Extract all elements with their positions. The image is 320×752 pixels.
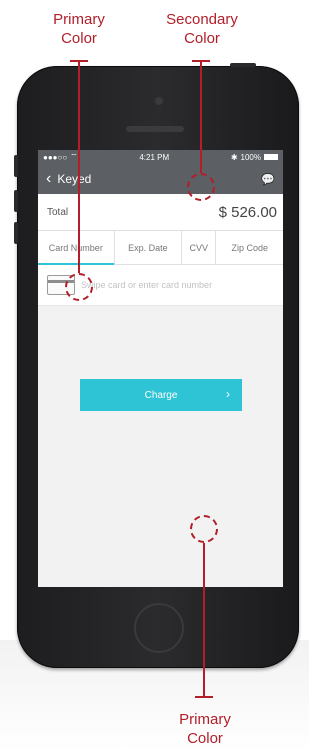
annotation-line-primary-bottom [203,543,205,697]
card-input-placeholder: Swipe card or enter card number [81,280,213,290]
status-bar: ●●●○○ ⌔ 4:21 PM ✱ 100% [38,150,283,164]
signal-icon: ●●●○○ [43,152,68,162]
back-chevron-icon[interactable]: ‹ [46,170,51,188]
annotation-tick-primary-bottom [195,696,213,698]
tab-cvv[interactable]: CVV [182,231,217,264]
chat-bubble-icon[interactable]: 💬 [261,173,275,186]
total-amount: $ 526.00 [218,203,277,221]
total-row: Total $ 526.00 [38,194,283,231]
annotation-line-primary-top [78,60,80,273]
annotation-circle-primary-bottom [190,515,218,543]
annotation-line-2: Color [184,30,220,47]
card-fields-tabs: Card Number Exp. Date CVV Zip Code [38,231,283,265]
tab-card-number[interactable]: Card Number [38,231,115,265]
annotation-tick-primary-top [70,60,88,62]
battery-percent: 100% [240,152,261,162]
annotation-line-2: Color [61,30,97,47]
navigation-bar: ‹ Keyed 💬 [38,164,283,194]
annotation-secondary-top: Secondary Color [145,10,259,48]
power-button [230,63,256,67]
annotation-circle-secondary [187,173,215,201]
annotation-tick-secondary [192,60,210,62]
charge-button-label: Charge [144,389,178,401]
charge-button[interactable]: Charge › [80,379,242,411]
total-label: Total [47,206,69,218]
home-button[interactable] [134,603,184,653]
annotation-primary-top: Primary Color [34,10,124,48]
tab-zip-code[interactable]: Zip Code [216,231,283,264]
volume-button-lower [14,222,18,244]
status-time: 4:21 PM [139,152,170,162]
wifi-icon: ⌔ [70,152,78,161]
earpiece-speaker [126,126,184,132]
annotation-line-2: Color [187,730,223,747]
annotation-primary-bottom: Primary Color [160,710,250,748]
front-camera [155,97,163,105]
battery-icon [263,154,278,160]
annotation-line-1: Secondary [166,11,238,28]
volume-button-middle [14,190,18,212]
annotation-circle-primary-top [65,273,93,301]
annotation-line-secondary [200,60,202,173]
annotation-line-1: Primary [179,711,231,728]
tab-exp-date[interactable]: Exp. Date [115,231,183,264]
nav-title: Keyed [57,172,92,186]
chevron-right-icon: › [226,387,230,401]
annotation-line-1: Primary [53,11,105,28]
bluetooth-icon: ✱ [230,152,238,162]
volume-button-upper [14,155,18,177]
phone-screen: ●●●○○ ⌔ 4:21 PM ✱ 100% ‹ Keyed 💬 Total $… [38,150,283,587]
